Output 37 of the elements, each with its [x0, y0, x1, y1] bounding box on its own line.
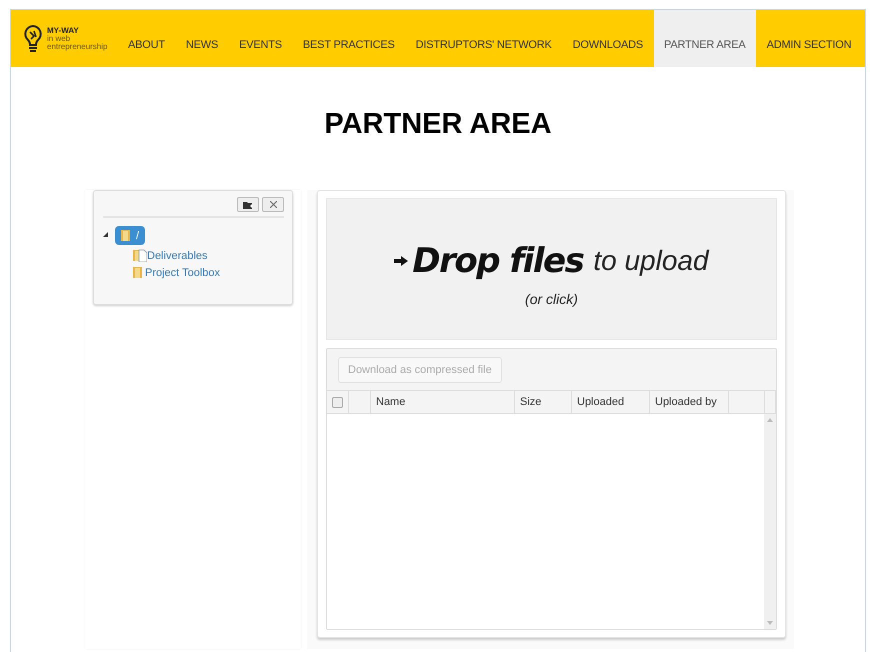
- folder-icon: [121, 229, 133, 242]
- close-icon: [270, 201, 276, 208]
- tree-node[interactable]: Deliverables: [133, 248, 284, 263]
- drop-subheadline: to upload: [593, 245, 709, 277]
- nav-tab[interactable]: DISTRUPTORS' NETWORK: [405, 10, 562, 67]
- nav-tab[interactable]: DOWNLOADS: [562, 10, 654, 67]
- nav-tab[interactable]: PARTNER AREA: [654, 10, 756, 67]
- select-all-checkbox[interactable]: [332, 396, 343, 408]
- column-header[interactable]: Size: [515, 391, 572, 413]
- scrollbar[interactable]: [764, 414, 776, 629]
- logo-subtitle: in web: [47, 34, 72, 42]
- tree-node[interactable]: Project Toolbox: [133, 265, 284, 280]
- nav-tab[interactable]: EVENTS: [228, 10, 292, 67]
- close-button[interactable]: [262, 197, 284, 212]
- nav-tab[interactable]: NEWS: [175, 10, 229, 67]
- expanded-triangle-icon[interactable]: [103, 232, 108, 237]
- nav-tab[interactable]: BEST PRACTICES: [292, 10, 406, 67]
- new-folder-button[interactable]: [237, 197, 259, 212]
- drop-headline: Drop files: [412, 241, 584, 281]
- page-title: PARTNER AREA: [323, 107, 553, 142]
- drop-hint: (or click): [525, 291, 578, 307]
- bulb-logo-icon: [23, 24, 43, 54]
- column-header[interactable]: Uploaded by: [650, 391, 729, 413]
- folder-icon: [133, 266, 145, 279]
- folder-plus-icon: [243, 200, 253, 208]
- logo-subtitle: entrepreneurship: [47, 42, 108, 50]
- nav-tab[interactable]: ADMIN SECTION: [756, 10, 862, 67]
- nav-tab[interactable]: ABOUT: [117, 10, 176, 67]
- tree-node[interactable]: /: [115, 226, 146, 245]
- folder-document-icon: [133, 249, 147, 262]
- column-header[interactable]: Uploaded: [572, 391, 650, 413]
- scroll-up-icon[interactable]: [767, 418, 773, 422]
- arrow-right-icon: [394, 256, 408, 266]
- file-drop-zone[interactable]: Drop files to upload (or click): [326, 198, 777, 340]
- scroll-down-icon[interactable]: [767, 621, 773, 625]
- column-header[interactable]: Name: [371, 391, 515, 413]
- logo-title: MY-WAY: [47, 26, 80, 34]
